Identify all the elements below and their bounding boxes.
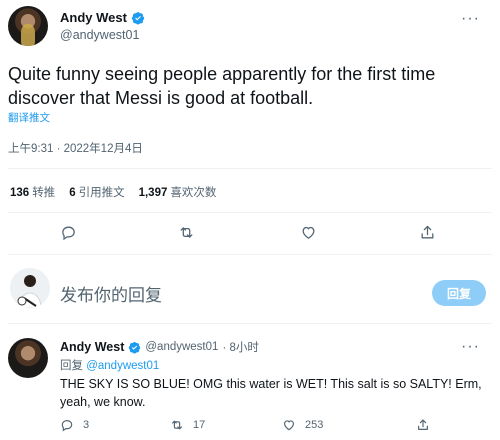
- translate-link[interactable]: 翻译推文: [8, 110, 50, 125]
- reply-author-name[interactable]: Andy West: [60, 340, 124, 354]
- reply-author-handle[interactable]: @andywest01: [145, 341, 218, 353]
- retweets-stat[interactable]: 136 转推: [10, 184, 55, 200]
- reply-reply-count: 3: [83, 419, 90, 431]
- retweet-icon[interactable]: [176, 222, 196, 242]
- likes-label: 喜欢次数: [170, 187, 217, 199]
- quotes-stat[interactable]: 6 引用推文: [69, 184, 124, 200]
- tweet-stats: 136 转推 6 引用推文 1,397 喜欢次数: [10, 184, 216, 200]
- reply-retweet-button[interactable]: 17: [170, 418, 205, 432]
- author-name-row: Andy West: [60, 10, 145, 25]
- reply-icon: [61, 420, 73, 432]
- like-icon[interactable]: [298, 222, 318, 242]
- reply-like-count: 253: [305, 419, 324, 431]
- retweet-icon: [172, 420, 182, 430]
- tweet-text: Quite funny seeing people apparently for…: [8, 64, 436, 108]
- like-icon: [284, 420, 294, 431]
- author-avatar[interactable]: [8, 6, 48, 46]
- reply-reply-button[interactable]: 3: [60, 418, 89, 432]
- more-icon[interactable]: ···: [461, 338, 480, 356]
- reply-header: Andy West @andywest01 · 8小时: [60, 339, 259, 355]
- replying-to-label: 回复: [60, 360, 83, 372]
- reply-input[interactable]: 发布你的回复: [60, 281, 162, 306]
- reply-button[interactable]: 回复: [432, 280, 486, 306]
- reply-share-button[interactable]: [416, 418, 430, 432]
- replying-to-handle[interactable]: @andywest01: [86, 360, 159, 372]
- more-icon[interactable]: ···: [461, 10, 480, 28]
- likes-count: 1,397: [138, 187, 168, 199]
- divider: [8, 168, 492, 169]
- reply-time[interactable]: · 8小时: [222, 339, 258, 355]
- tweet-timestamp[interactable]: 上午9:31 · 2022年12月4日: [8, 140, 143, 156]
- replying-to: 回复 @andywest01: [60, 357, 159, 373]
- quotes-label: 引用推文: [78, 187, 125, 199]
- reply-actions: 3 17 253: [60, 418, 490, 436]
- likes-stat[interactable]: 1,397 喜欢次数: [139, 184, 217, 200]
- current-user-avatar[interactable]: [10, 268, 50, 308]
- reply-icon[interactable]: [58, 222, 78, 242]
- divider: [8, 212, 492, 213]
- share-icon: [418, 419, 428, 430]
- share-icon[interactable]: [417, 222, 437, 242]
- quotes-count: 6: [69, 187, 76, 199]
- tweet-actions: [0, 222, 500, 246]
- verified-badge-icon: [131, 11, 145, 25]
- reply-author-avatar[interactable]: [8, 338, 48, 378]
- user-photo-icon: [10, 268, 50, 308]
- reply-text: THE SKY IS SO BLUE! OMG this water is WE…: [60, 377, 482, 409]
- divider: [8, 254, 492, 255]
- reply-like-button[interactable]: 253: [282, 418, 323, 432]
- author-name[interactable]: Andy West: [60, 10, 127, 25]
- reply-retweet-count: 17: [193, 419, 206, 431]
- retweets-count: 136: [10, 187, 30, 199]
- divider: [8, 323, 492, 324]
- verified-badge-icon: [129, 341, 141, 354]
- retweets-label: 转推: [32, 187, 56, 199]
- author-handle[interactable]: @andywest01: [60, 28, 139, 42]
